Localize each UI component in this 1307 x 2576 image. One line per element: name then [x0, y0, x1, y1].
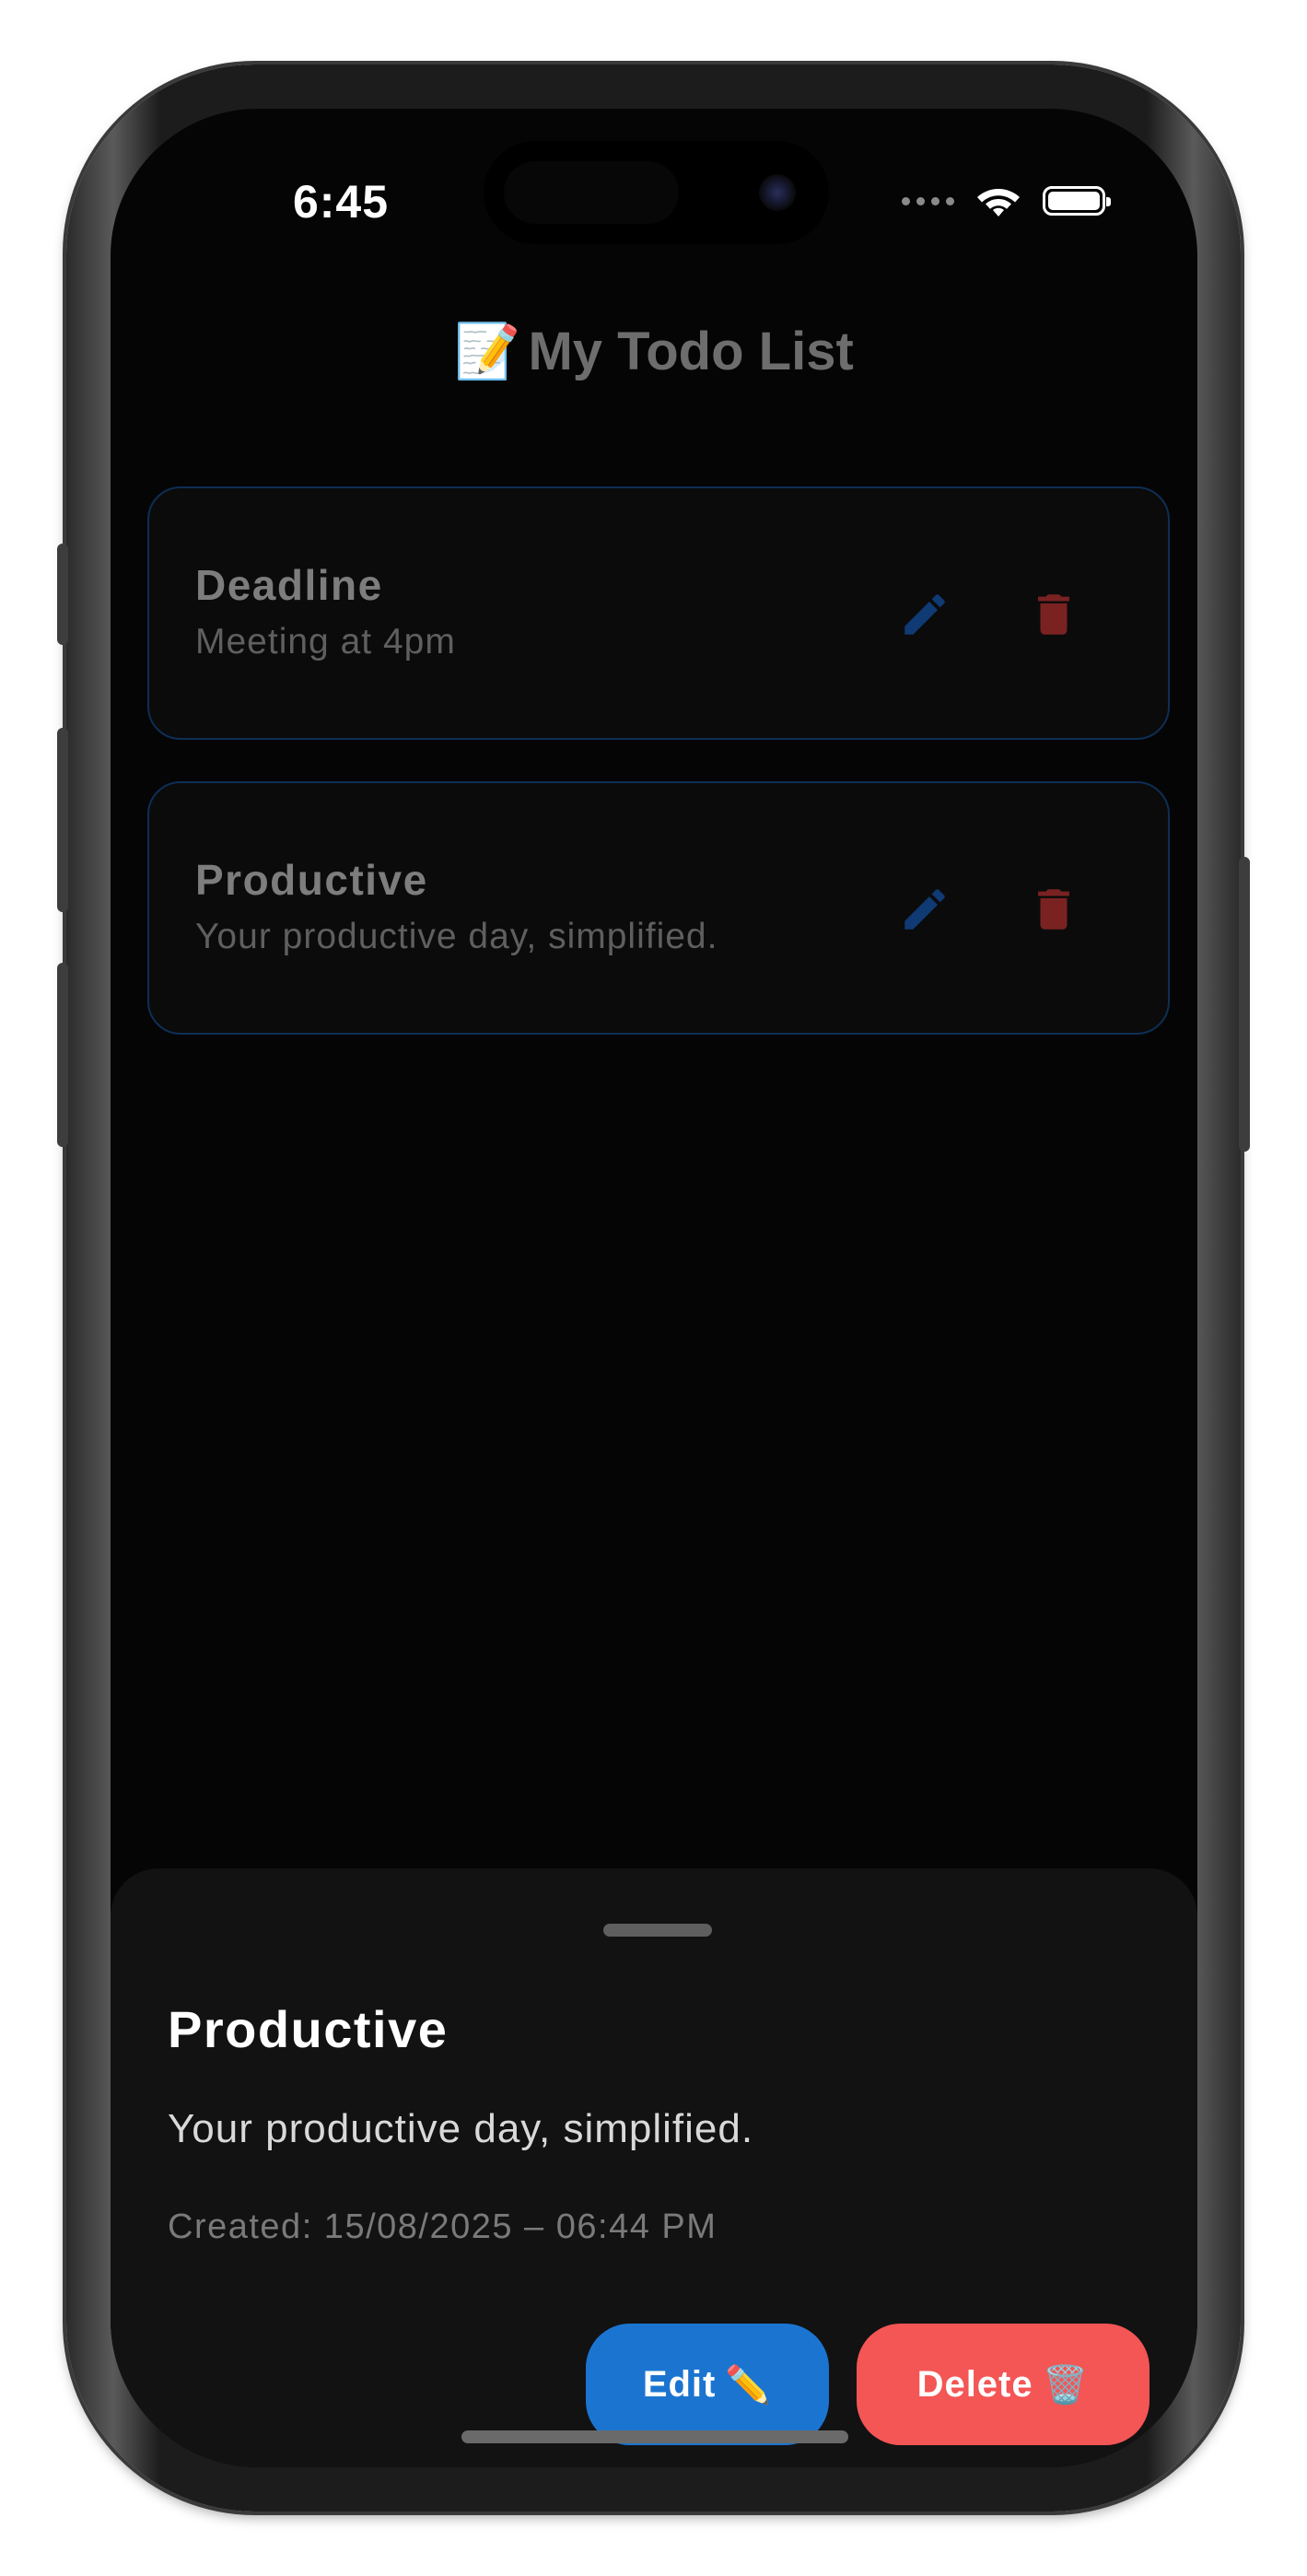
memo-icon: 📝 [454, 322, 521, 381]
side-button-action [57, 544, 68, 645]
page-title: 📝 My Todo List [111, 321, 1197, 383]
camera-icon [759, 174, 796, 211]
pencil-emoji-icon: ✏️ [725, 2364, 773, 2406]
edit-button-label: Edit [642, 2363, 717, 2405]
side-button-volume-up [57, 728, 68, 912]
battery-icon [1043, 186, 1111, 216]
wifi-icon [977, 189, 1020, 217]
island-sensor [504, 161, 679, 224]
home-indicator[interactable] [461, 2430, 848, 2443]
delete-button-label: Delete [916, 2363, 1033, 2405]
todo-title: Deadline [195, 561, 383, 609]
dynamic-island [484, 141, 829, 244]
sheet-created-date: Created: 15/08/2025 – 06:44 PM [168, 2207, 718, 2246]
cellular-signal-icon [902, 196, 954, 205]
sheet-title: Productive [168, 2000, 449, 2058]
todo-title: Productive [195, 856, 428, 904]
todo-card[interactable]: Deadline Meeting at 4pm [147, 486, 1170, 740]
side-button-power [1239, 857, 1250, 1152]
edit-button[interactable]: Edit ✏️ [586, 2324, 829, 2445]
screen: 6:45 📝 My Todo List Deadline Meeting at 4… [111, 109, 1197, 2467]
pencil-icon[interactable] [895, 880, 954, 939]
todo-description: Meeting at 4pm [195, 622, 456, 662]
side-button-volume-down [57, 963, 68, 1147]
status-time: 6:45 [292, 176, 390, 228]
todo-detail-sheet: Productive Your productive day, simplifi… [111, 1868, 1197, 2467]
delete-button[interactable]: Delete 🗑️ [857, 2324, 1149, 2445]
trash-icon[interactable] [1024, 585, 1083, 644]
status-indicators [902, 181, 1111, 221]
page-title-text: My Todo List [528, 322, 854, 381]
trash-icon[interactable] [1024, 880, 1083, 939]
sheet-description: Your productive day, simplified. [168, 2106, 754, 2151]
wastebasket-emoji-icon: 🗑️ [1042, 2364, 1090, 2406]
todo-description: Your productive day, simplified. [195, 917, 718, 956]
sheet-drag-handle[interactable] [603, 1924, 712, 1937]
todo-card[interactable]: Productive Your productive day, simplifi… [147, 781, 1170, 1035]
pencil-icon[interactable] [895, 585, 954, 644]
